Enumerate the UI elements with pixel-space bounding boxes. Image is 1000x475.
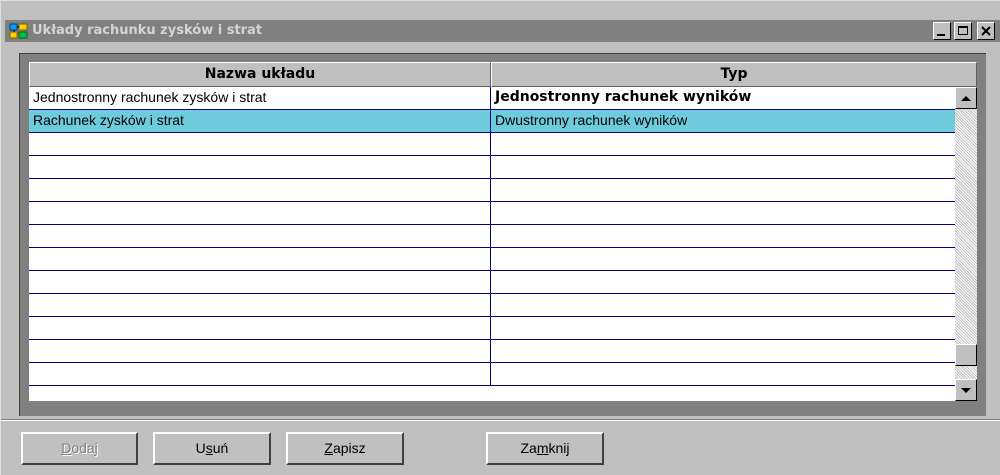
close-label: knij: [548, 440, 570, 456]
cell-type: [491, 363, 955, 385]
cell-name: Jednostronny rachunek zysków i strat: [29, 87, 491, 109]
add-label: odaj: [71, 440, 98, 456]
close-button[interactable]: [977, 22, 995, 40]
close-accel: m: [536, 440, 549, 456]
cell-name: [29, 271, 491, 293]
empty-row[interactable]: [29, 363, 955, 386]
cell-type: [491, 271, 955, 293]
delete-pre: U: [195, 440, 206, 456]
app-icon: [9, 22, 29, 40]
empty-row[interactable]: [29, 133, 955, 156]
vertical-scrollbar[interactable]: [955, 87, 977, 401]
empty-row[interactable]: [29, 340, 955, 363]
empty-row[interactable]: [29, 248, 955, 271]
cell-name: [29, 179, 491, 201]
cell-type: Jednostronny rachunek wyników: [495, 89, 752, 105]
save-label: apisz: [332, 440, 366, 456]
add-button[interactable]: Dodaj: [21, 432, 138, 465]
save-accel: Z: [324, 440, 333, 456]
table-row-selected[interactable]: Rachunek zysków i strat Dwustronny rachu…: [29, 110, 955, 133]
scroll-down-button[interactable]: [955, 379, 977, 401]
cell-name: [29, 225, 491, 247]
add-accel: D: [61, 440, 72, 456]
cell-type: [491, 179, 955, 201]
cell-name: [29, 248, 491, 270]
empty-row[interactable]: [29, 202, 955, 225]
cell-name: Rachunek zysków i strat: [29, 110, 491, 132]
divider: [1, 419, 1000, 421]
column-header-type[interactable]: Typ: [491, 62, 977, 87]
delete-label: uń: [212, 440, 229, 456]
maximize-icon: [958, 26, 968, 35]
scrollbar-thumb[interactable]: [955, 344, 977, 366]
close-dialog-button[interactable]: Zamknij: [486, 432, 604, 465]
cell-type: [491, 225, 955, 247]
cell-name: [29, 363, 491, 385]
column-header-name[interactable]: Nazwa układu: [29, 62, 491, 87]
close-pre: Za: [520, 440, 537, 456]
report-layouts-window: Układy rachunku zysków i strat Nazwa ukł…: [0, 0, 1000, 475]
cell-type: [491, 294, 955, 316]
empty-row[interactable]: [29, 271, 955, 294]
empty-row[interactable]: [29, 156, 955, 179]
cell-type: [491, 156, 955, 178]
empty-row[interactable]: [29, 317, 955, 340]
cell-type: Dwustronny rachunek wyników: [495, 112, 688, 128]
cell-type: [491, 340, 955, 362]
maximize-button[interactable]: [954, 22, 972, 40]
save-button[interactable]: Zapisz: [286, 432, 404, 465]
cell-type: [491, 248, 955, 270]
cell-name: [29, 202, 491, 224]
scroll-up-button[interactable]: [955, 87, 977, 109]
cell-name: [29, 317, 491, 339]
close-icon: [981, 26, 991, 36]
cell-type: [491, 133, 955, 155]
cell-type: [491, 202, 955, 224]
title-bar[interactable]: Układy rachunku zysków i strat: [5, 20, 1000, 42]
layouts-table[interactable]: Nazwa układu Typ Jednostronny rachunek z…: [29, 62, 977, 401]
empty-row[interactable]: [29, 294, 955, 317]
arrow-down-icon: [961, 388, 971, 393]
cell-name: [29, 133, 491, 155]
minimize-button[interactable]: [933, 22, 951, 40]
cell-type: [491, 317, 955, 339]
cell-name: [29, 340, 491, 362]
table-row[interactable]: Jednostronny rachunek zysków i strat Jed…: [29, 87, 955, 110]
window-title: Układy rachunku zysków i strat: [32, 23, 263, 38]
arrow-up-icon: [961, 96, 971, 101]
cell-name: [29, 156, 491, 178]
delete-button[interactable]: Usuń: [153, 432, 271, 465]
cell-name: [29, 294, 491, 316]
empty-row[interactable]: [29, 225, 955, 248]
empty-row[interactable]: [29, 179, 955, 202]
minimize-icon: [937, 34, 945, 36]
delete-accel: s: [205, 440, 213, 456]
